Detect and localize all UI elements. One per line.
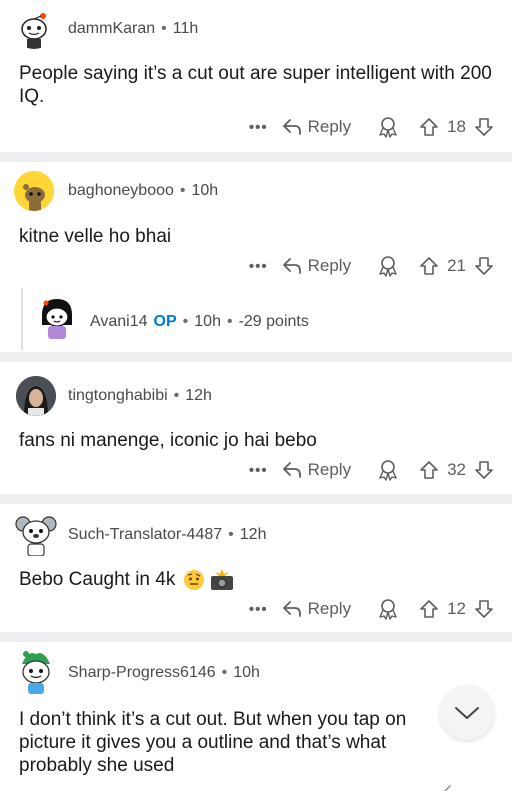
award-icon[interactable] (377, 598, 399, 620)
vote-score: 18 (447, 117, 466, 136)
snoo-avatar-icon[interactable] (14, 9, 54, 49)
timestamp: 11h (172, 20, 199, 37)
meta-dot: • (226, 313, 233, 330)
comment-body: Bebo Caught in 4k (19, 568, 492, 591)
timestamp: 10h (191, 182, 219, 199)
meta-dot: • (228, 526, 234, 543)
username[interactable]: Sharp-Progress6146 (68, 664, 216, 681)
upvote-arrow-icon[interactable] (419, 256, 439, 276)
award-icon[interactable] (377, 255, 399, 277)
thread-line (21, 288, 23, 350)
reply-arrow-icon (282, 462, 301, 478)
reply-arrow-icon (282, 119, 301, 135)
username[interactable]: dammKaran (68, 20, 155, 37)
comment-actions: ••• Reply 18 (249, 114, 494, 140)
snoo-girl-avatar-icon[interactable] (36, 295, 78, 341)
comment: dammKaran • 11h People saying it’s a cut o… (0, 0, 512, 152)
scroll-down-button[interactable] (440, 686, 494, 740)
reply-arrow-icon (282, 258, 301, 274)
more-options-button[interactable]: ••• (249, 258, 268, 275)
reply-label: Reply (307, 117, 352, 136)
reply-label: Reply (307, 460, 352, 479)
comment-separator (0, 152, 512, 162)
camera-flash-emoji (209, 568, 235, 591)
upvote-arrow-icon[interactable] (419, 117, 439, 137)
timestamp: 12h (185, 387, 212, 404)
snoo-green-avatar-icon[interactable] (14, 648, 58, 694)
comment-separator (0, 494, 512, 504)
meta-dot: • (221, 664, 228, 681)
username[interactable]: Such-Translator-4487 (68, 526, 222, 543)
more-options-button[interactable]: ••• (249, 462, 268, 479)
more-options-button[interactable]: ••• (249, 119, 268, 136)
comment-actions: ••• Reply 32 (249, 457, 494, 483)
points: -29 points (238, 313, 309, 330)
comment: Such-Translator-4487 • 12h Bebo Caught in … (0, 504, 512, 632)
username[interactable]: baghoneybooo (68, 182, 174, 199)
more-options-button[interactable]: ••• (249, 601, 268, 618)
reply-label: Reply (307, 256, 352, 275)
meta-dot: • (161, 20, 167, 37)
meta-dot: • (179, 182, 186, 199)
timestamp: 10h (194, 313, 221, 330)
reply-arrow-icon (443, 785, 451, 791)
timestamp: 12h (239, 526, 267, 543)
reply-button[interactable] (442, 784, 468, 791)
photo-avatar[interactable] (16, 376, 56, 416)
downvote-arrow-icon[interactable] (474, 117, 494, 137)
comment-actions: ••• Reply 12 (249, 596, 494, 622)
comment-text: Bebo Caught in 4k (19, 569, 176, 590)
comment-meta: Such-Translator-4487 • 12h (68, 526, 266, 544)
award-icon[interactable] (377, 459, 399, 481)
award-icon[interactable] (377, 116, 399, 138)
vote-score: 12 (447, 599, 466, 618)
comment: Sharp-Progress6146 • 10h I don’t think it’… (0, 642, 512, 791)
upvote-arrow-icon[interactable] (419, 460, 439, 480)
collapsed-reply-meta: Avani14 OP • 10h • -29 points (90, 313, 309, 331)
downvote-arrow-icon[interactable] (474, 256, 494, 276)
comment-meta: dammKaran • 11h (68, 20, 198, 38)
meta-dot: • (182, 313, 189, 330)
snoo-koala-avatar-icon[interactable] (14, 510, 58, 556)
comment-separator (0, 632, 512, 642)
reply-arrow-icon (282, 601, 301, 617)
comment-meta: tingtonghabibi • 12h (68, 387, 212, 405)
reply-button[interactable]: Reply (282, 599, 351, 619)
username[interactable]: tingtonghabibi (68, 387, 168, 404)
snoo-yellow-avatar-icon[interactable] (14, 171, 54, 211)
comment-body: People saying it’s a cut out are super i… (19, 63, 492, 107)
vote-score: 32 (447, 460, 466, 479)
username[interactable]: Avani14 (90, 313, 148, 330)
upvote-arrow-icon[interactable] (419, 599, 439, 619)
comment-body: kitne velle ho bhai (19, 226, 172, 247)
reply-button[interactable]: Reply (282, 117, 351, 137)
comment-meta: Sharp-Progress6146 • 10h (68, 664, 260, 682)
chevron-down-icon (455, 707, 479, 719)
downvote-arrow-icon[interactable] (474, 460, 494, 480)
meta-dot: • (173, 387, 180, 404)
vote-score: 21 (447, 256, 466, 275)
comment-separator (0, 352, 512, 362)
reply-label: Reply (307, 599, 352, 618)
timestamp: 10h (233, 664, 260, 681)
reply-button[interactable]: Reply (282, 256, 351, 276)
comment-meta: baghoneybooo • 10h (68, 182, 218, 200)
comment-actions: ••• Reply 21 (249, 253, 494, 279)
comment-actions (442, 780, 494, 791)
comment: baghoneybooo • 10h kitne velle ho bhai •••… (0, 162, 512, 352)
reply-button[interactable]: Reply (282, 460, 351, 480)
comment: tingtonghabibi • 12h fans ni manenge, icon… (0, 362, 512, 494)
downvote-arrow-icon[interactable] (474, 599, 494, 619)
comment-body: fans ni manenge, iconic jo hai bebo (19, 430, 317, 451)
op-badge: OP (153, 313, 177, 330)
comment-body: I don’t think it’s a cut out. But when y… (19, 709, 407, 776)
raised-eyebrow-emoji (183, 569, 205, 591)
